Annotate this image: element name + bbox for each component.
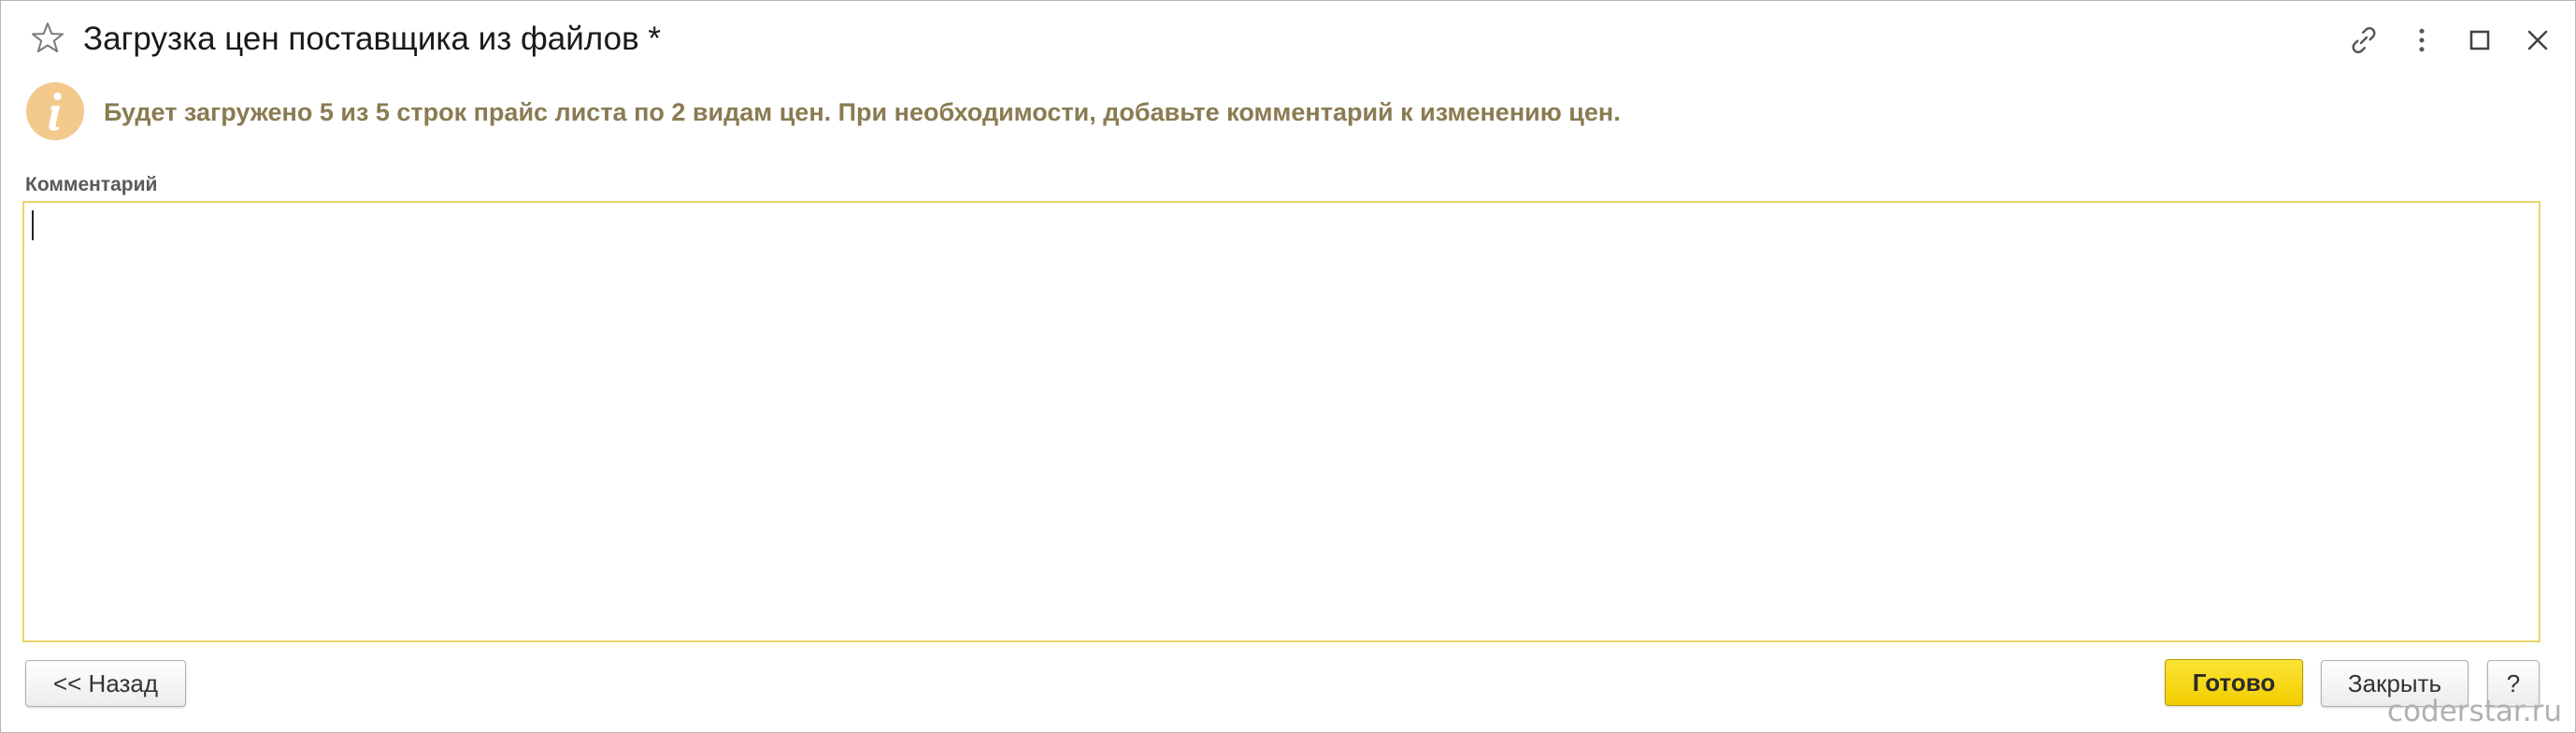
- maximize-icon: [2469, 30, 2490, 50]
- done-button[interactable]: Готово: [2165, 659, 2303, 706]
- text-caret: [32, 210, 34, 240]
- comment-label: Комментарий: [25, 174, 158, 195]
- more-button[interactable]: [2401, 20, 2442, 61]
- more-vertical-icon: [2419, 28, 2425, 52]
- close-icon: [2527, 30, 2548, 50]
- back-button[interactable]: << Назад: [25, 660, 186, 707]
- link-icon: [2352, 27, 2376, 53]
- close-window-button[interactable]: [2517, 20, 2558, 61]
- comment-input[interactable]: [22, 201, 2540, 642]
- info-message: Будет загружено 5 из 5 строк прайс листа…: [104, 98, 1621, 126]
- window-title: Загрузка цен поставщика из файлов *: [83, 21, 662, 57]
- info-icon: [26, 82, 84, 140]
- title-bar: Загрузка цен поставщика из файлов *: [1, 1, 2575, 78]
- dialog-window: Загрузка цен поставщика из файлов * Буде…: [0, 0, 2576, 733]
- star-icon[interactable]: [29, 20, 66, 57]
- watermark: coderstar.ru: [2387, 695, 2562, 728]
- link-button[interactable]: [2343, 20, 2384, 61]
- maximize-button[interactable]: [2459, 20, 2500, 61]
- title-actions: [2343, 20, 2558, 61]
